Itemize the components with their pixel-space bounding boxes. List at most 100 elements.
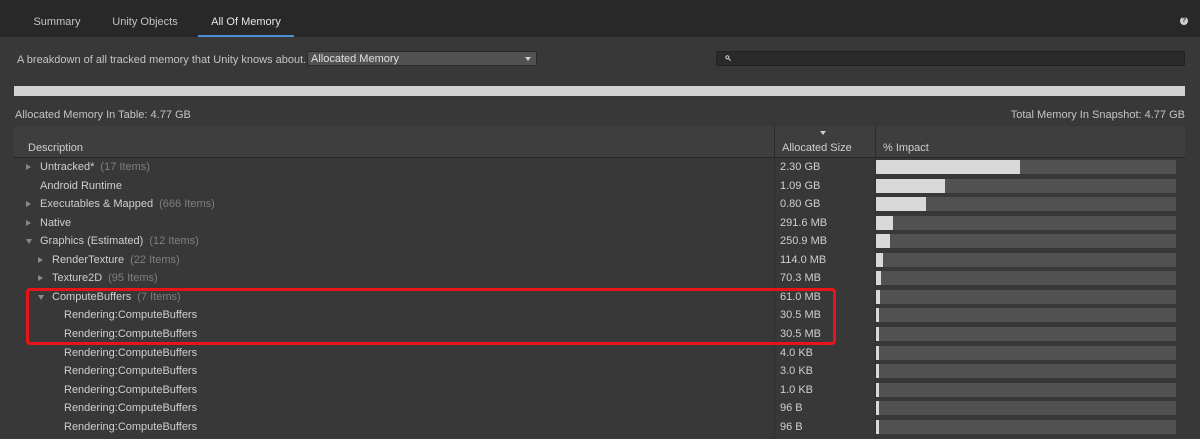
- row-allocated-size: 291.6 MB: [780, 216, 828, 229]
- row-allocated-size: 96 B: [780, 402, 803, 415]
- row-allocated-size: 0.80 GB: [780, 198, 821, 211]
- tab-all-of-memory[interactable]: All Of Memory: [198, 0, 294, 37]
- impact-bar-fill: [876, 382, 879, 397]
- impact-bar-track: [876, 345, 1176, 360]
- row-name: Rendering:ComputeBuffers: [64, 420, 198, 433]
- impact-bar-fill: [876, 419, 879, 434]
- row-allocated-size: 96 B: [780, 420, 803, 433]
- table-row[interactable]: Rendering:ComputeBuffers 3.0 KB: [14, 362, 1185, 380]
- table-row[interactable]: Rendering:ComputeBuffers 1.0 KB: [14, 381, 1185, 399]
- impact-bar-fill: [876, 197, 926, 212]
- impact-bar-track: [876, 401, 1176, 416]
- impact-bar-track: [876, 271, 1176, 286]
- row-allocated-size: 1.09 GB: [780, 179, 821, 192]
- row-name: Executables & Mapped: [40, 198, 154, 211]
- search-icon: [725, 55, 731, 61]
- impact-bar-fill: [876, 308, 879, 323]
- dropdown-selected-value: Allocated Memory: [311, 53, 400, 65]
- table-row[interactable]: Executables & Mapped (666 Items) 0.80 GB: [14, 195, 1185, 213]
- view-description: A breakdown of all tracked memory that U…: [17, 54, 307, 66]
- expand-arrow-closed-icon[interactable]: [26, 201, 31, 208]
- table-row[interactable]: Graphics (Estimated) (12 Items) 250.9 MB: [14, 232, 1185, 250]
- row-item-count: (17 Items): [100, 161, 150, 173]
- row-description: Rendering:ComputeBuffers: [64, 346, 197, 360]
- row-name: Android Runtime: [40, 179, 122, 192]
- impact-bar-track: [876, 289, 1176, 304]
- impact-bar-track: [876, 419, 1176, 434]
- row-description: Native: [40, 216, 71, 230]
- impact-bar-fill: [876, 252, 883, 267]
- impact-bar-fill: [876, 326, 879, 341]
- row-item-count: (22 Items): [130, 253, 180, 266]
- memory-type-dropdown[interactable]: Allocated Memory: [307, 51, 537, 66]
- row-allocated-size: 3.0 KB: [780, 365, 814, 378]
- search-input[interactable]: [716, 51, 1185, 66]
- table-row[interactable]: Rendering:ComputeBuffers 96 B: [14, 399, 1185, 417]
- impact-bar-fill: [876, 401, 879, 416]
- row-allocated-size: 250.9 MB: [780, 235, 828, 248]
- table-row[interactable]: Rendering:ComputeBuffers 4.0 KB: [14, 344, 1185, 362]
- row-description: Texture2D (95 Items): [52, 271, 158, 285]
- row-item-count: (666 Items): [159, 198, 215, 211]
- impact-bar-track: [876, 308, 1176, 323]
- row-name: Graphics (Estimated): [40, 235, 144, 248]
- row-name: Rendering:ComputeBuffers: [64, 346, 198, 359]
- impact-bar-track: [876, 382, 1176, 397]
- impact-bar-track: [876, 252, 1176, 267]
- row-description: Rendering:ComputeBuffers: [64, 383, 197, 397]
- row-name: RenderTexture: [52, 253, 125, 266]
- row-name: Untracked*: [40, 161, 95, 173]
- table-header: Description Allocated Size % Impact: [14, 126, 1185, 158]
- help-icon[interactable]: ?: [1180, 17, 1188, 25]
- row-allocated-size: 114.0 MB: [780, 253, 827, 266]
- row-name: Rendering:ComputeBuffers: [64, 383, 198, 396]
- sort-descending-icon: [820, 131, 826, 135]
- table-row[interactable]: Texture2D (95 Items) 70.3 MB: [14, 269, 1185, 287]
- impact-bar-track: [876, 197, 1176, 212]
- row-name: Rendering:ComputeBuffers: [64, 365, 198, 378]
- impact-bar-track: [876, 234, 1176, 249]
- row-description: Rendering:ComputeBuffers: [64, 364, 197, 378]
- row-allocated-size: 4.0 KB: [780, 346, 814, 359]
- row-description: Untracked* (17 Items): [40, 160, 150, 174]
- header-description[interactable]: Description: [14, 126, 774, 157]
- impact-bar-fill: [876, 271, 881, 286]
- table-row[interactable]: Rendering:ComputeBuffers 96 B: [14, 418, 1185, 436]
- expand-arrow-closed-icon[interactable]: [38, 256, 43, 263]
- allocated-in-table-label: Allocated Memory In Table: 4.77 GB: [15, 109, 191, 121]
- row-allocated-size: 70.3 MB: [780, 272, 821, 285]
- expand-arrow-closed-icon[interactable]: [26, 219, 31, 226]
- table-row[interactable]: Native 291.6 MB: [14, 214, 1185, 232]
- chevron-down-icon: [525, 57, 531, 61]
- table-row[interactable]: Android Runtime 1.09 GB: [14, 177, 1185, 195]
- impact-bar-fill: [876, 234, 890, 249]
- highlight-box: [26, 288, 836, 345]
- expand-arrow-closed-icon[interactable]: [26, 164, 31, 170]
- row-description: Rendering:ComputeBuffers: [64, 401, 197, 415]
- impact-bar-track: [876, 215, 1176, 230]
- impact-bar-fill: [876, 215, 893, 230]
- expand-arrow-closed-icon[interactable]: [38, 275, 43, 282]
- row-description: Android Runtime: [40, 179, 122, 193]
- row-allocated-size: 2.30 GB: [780, 161, 821, 173]
- tab-bar: Summary Unity Objects All Of Memory ?: [0, 0, 1200, 37]
- total-in-snapshot-label: Total Memory In Snapshot: 4.77 GB: [1010, 109, 1185, 121]
- tab-unity-objects[interactable]: Unity Objects: [104, 0, 186, 37]
- expand-arrow-open-icon[interactable]: [26, 239, 32, 245]
- table-row[interactable]: RenderTexture (22 Items) 114.0 MB: [14, 251, 1185, 269]
- impact-bar-fill: [876, 160, 1020, 174]
- row-name: Texture2D: [52, 272, 103, 285]
- impact-bar-fill: [876, 289, 880, 304]
- impact-bar-track: [876, 178, 1176, 193]
- tab-summary[interactable]: Summary: [26, 0, 88, 37]
- row-name: Rendering:ComputeBuffers: [64, 402, 198, 415]
- table-row[interactable]: Untracked* (17 Items) 2.30 GB: [14, 158, 1185, 176]
- row-description: Rendering:ComputeBuffers: [64, 420, 197, 434]
- header-impact[interactable]: % Impact: [876, 126, 1185, 157]
- row-description: Executables & Mapped (666 Items): [40, 197, 215, 211]
- row-item-count: (95 Items): [108, 272, 158, 285]
- row-allocated-size: 1.0 KB: [780, 383, 814, 396]
- memory-tree-table: Description Allocated Size % Impact Untr…: [14, 126, 1185, 439]
- impact-bar-fill: [876, 178, 945, 193]
- memory-usage-bar: [14, 86, 1185, 96]
